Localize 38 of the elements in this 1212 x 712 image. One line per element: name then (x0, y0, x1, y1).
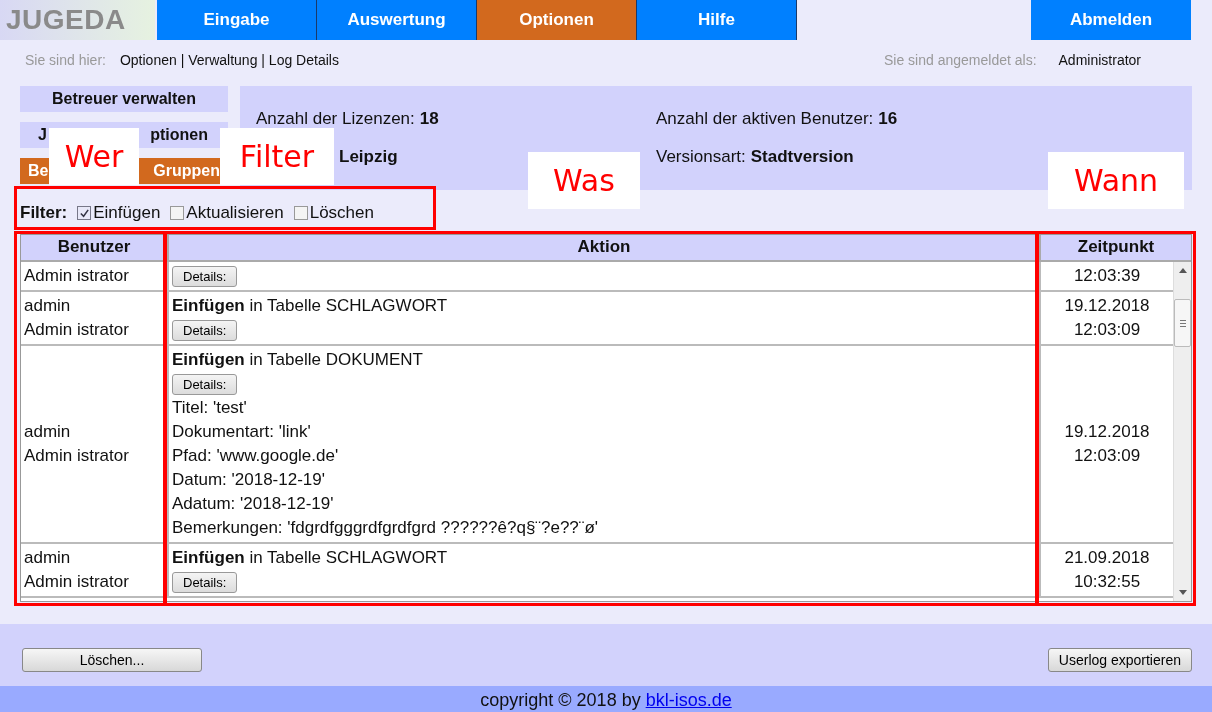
column-header: Benutzer (21, 235, 169, 260)
detail-line: Adatum: '2018-12-19' (172, 493, 335, 515)
annotation-label-overlay: Wer (49, 128, 139, 185)
time-cell-text: 21.09.2018 10:32:55 (1063, 547, 1151, 593)
filter-label: Filter: (20, 203, 68, 223)
time-cell-text: 19.12.2018 12:03:09 (1063, 295, 1151, 341)
info-value: Stadtversion (750, 147, 854, 167)
annotation-label-overlay: Wann (1048, 152, 1184, 209)
time-cell-text: 19.12.2018 12:03:09 (1063, 421, 1151, 467)
info-value: 16 (878, 109, 898, 129)
breadcrumb-label: Sie sind hier: (25, 52, 106, 68)
user-cell: admin Admin istrator (21, 544, 169, 596)
column-header: Zeitpunkt (1076, 236, 1156, 258)
copyright-text: copyright © 2018 by (480, 689, 641, 711)
login-label: Sie sind angemeldet als: (884, 52, 1037, 68)
annotation-label-overlay: Filter (220, 128, 334, 185)
logo: JUGEDA (0, 0, 155, 40)
detail-line: Titel: 'test' (172, 397, 248, 419)
info-label: Anzahl der aktiven Benutzer: (656, 109, 874, 129)
action-text: Einfügen in Tabelle SCHLAGWORT (172, 547, 449, 569)
user-cell: Admin istrator (21, 262, 169, 290)
user-cell: admin Admin istrator (21, 346, 169, 542)
time-cell-text: 12:03:39 (1072, 265, 1142, 287)
annotation-label-overlay: Was (528, 152, 640, 209)
detail-line: Dokumentart: 'link' (172, 421, 312, 443)
info-value: Leipzig (339, 147, 398, 167)
detail-line: Datum: '2018-12-19' (172, 469, 326, 491)
info-label: Versionsart: (656, 147, 746, 167)
detail-line: Bemerkungen: 'fdgrdfgggrdfgrdfgrd ??????ê?q§¨?e??¨ø' (172, 517, 600, 539)
detail-line: Pfad: 'www.google.de' (172, 445, 340, 467)
info-value: 18 (419, 109, 439, 129)
user-cell: admin Admin istrator (21, 292, 169, 344)
user-name: Administrator (1058, 52, 1141, 68)
action-text: Einfügen in Tabelle SCHLAGWORT (172, 295, 449, 317)
column-header: Aktion (169, 235, 1041, 260)
breadcrumb: Optionen | Verwaltung | Log Details (119, 52, 339, 68)
info-label: Anzahl der Lizenzen: (256, 109, 415, 129)
action-text: Einfügen in Tabelle DOKUMENT (172, 349, 424, 371)
